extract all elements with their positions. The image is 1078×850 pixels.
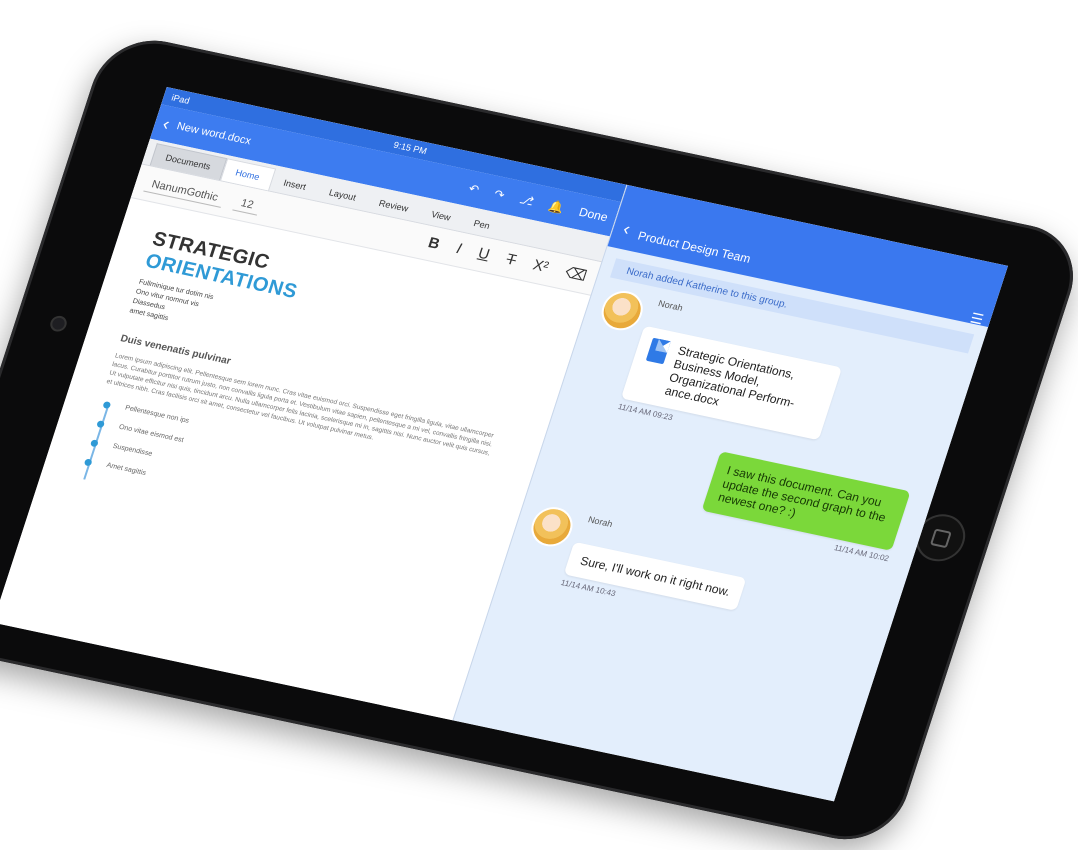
font-size-select[interactable]: 12 — [232, 193, 262, 215]
document-file-icon — [645, 337, 671, 365]
underline-button[interactable]: U — [476, 245, 492, 264]
italic-button[interactable]: I — [454, 240, 463, 258]
timeline-dot — [83, 458, 93, 467]
tablet-screen: iPad 9:15 PM ‹ New word.docx ↶ ↷ ⎇ 🔔 Don… — [0, 87, 1008, 802]
tablet-device: iPad 9:15 PM ‹ New word.docx ↶ ↷ ⎇ 🔔 Don… — [0, 30, 1078, 850]
timeline-dot — [96, 420, 106, 429]
timeline-dot — [89, 439, 99, 448]
timeline-dot — [102, 400, 112, 410]
bold-button[interactable]: B — [426, 234, 442, 253]
file-name: Strategic Orientations, Business Model, … — [663, 343, 797, 411]
timeline-label: Pellentesque non ips — [124, 404, 190, 425]
front-camera — [48, 314, 69, 334]
avatar — [596, 287, 648, 334]
back-icon[interactable]: ‹ — [160, 113, 172, 134]
sender-name: Norah — [657, 298, 685, 313]
sender-name: Norah — [586, 514, 614, 530]
undo-icon[interactable]: ↶ — [467, 181, 481, 196]
document-title: New word.docx — [175, 120, 253, 148]
superscript-button[interactable]: X² — [530, 257, 551, 277]
strikethrough-button[interactable]: T — [504, 251, 518, 270]
bell-icon[interactable]: 🔔 — [547, 198, 566, 214]
redo-icon[interactable]: ↷ — [492, 187, 506, 202]
chat-title: Product Design Team — [636, 228, 753, 266]
share-icon[interactable]: ⎇ — [518, 192, 536, 208]
done-button[interactable]: Done — [577, 205, 609, 224]
file-message-bubble[interactable]: Strategic Orientations, Business Model, … — [620, 325, 843, 441]
back-icon[interactable]: ‹ — [620, 219, 633, 240]
carrier: iPad — [170, 92, 191, 106]
clear-format-icon[interactable]: ⌫ — [563, 263, 589, 285]
home-button-icon — [929, 528, 952, 549]
avatar — [526, 503, 578, 551]
